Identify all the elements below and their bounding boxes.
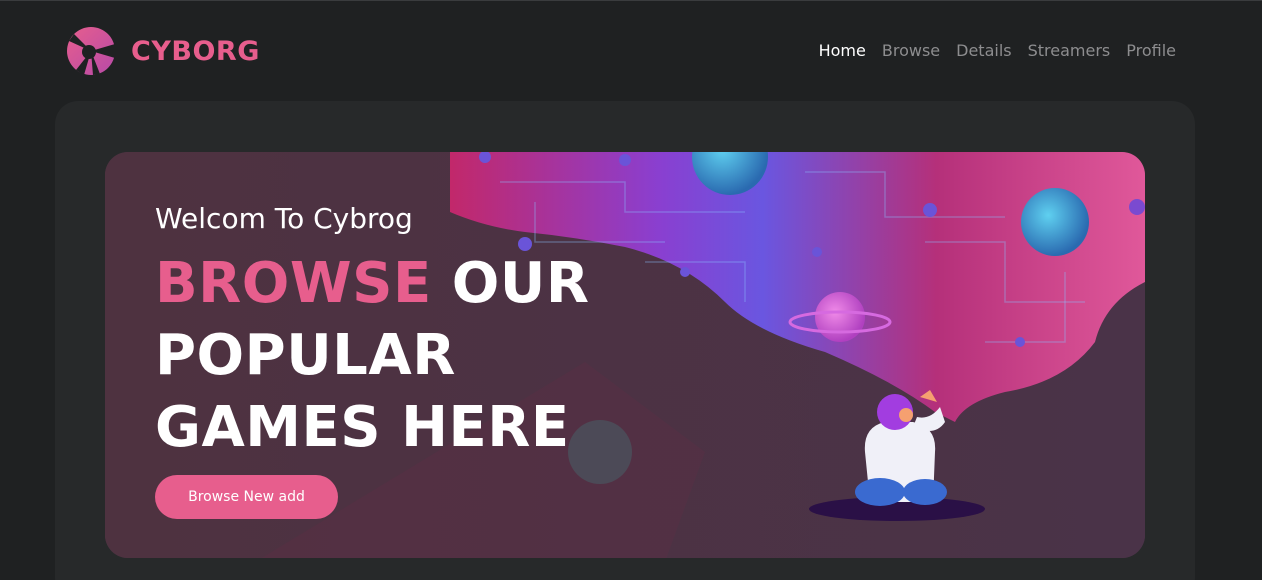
headline-line2: POPULAR	[155, 323, 456, 388]
welcome-text: Welcom To Cybrog	[155, 202, 413, 235]
main-nav: Home Browse Details Streamers Profile	[819, 41, 1176, 60]
hero-banner: Welcom To Cybrog BROWSE OUR POPULAR GAME…	[105, 152, 1145, 558]
nav-details[interactable]: Details	[956, 41, 1011, 60]
cyborg-logo-icon	[67, 27, 115, 75]
nav-streamers[interactable]: Streamers	[1028, 41, 1111, 60]
headline-line1-rest: OUR	[431, 251, 590, 316]
browse-new-add-button[interactable]: Browse New add	[155, 475, 338, 519]
brand-name: CYBORG	[131, 35, 260, 67]
nav-browse[interactable]: Browse	[882, 41, 940, 60]
nav-profile[interactable]: Profile	[1126, 41, 1176, 60]
header: CYBORG Home Browse Details Streamers Pro…	[0, 1, 1262, 101]
hero-headline: BROWSE OUR POPULAR GAMES HERE	[155, 248, 635, 464]
headline-line3: GAMES HERE	[155, 395, 570, 460]
nav-home[interactable]: Home	[819, 41, 866, 60]
brand-logo[interactable]: CYBORG	[66, 26, 260, 76]
headline-highlight: BROWSE	[155, 251, 432, 316]
